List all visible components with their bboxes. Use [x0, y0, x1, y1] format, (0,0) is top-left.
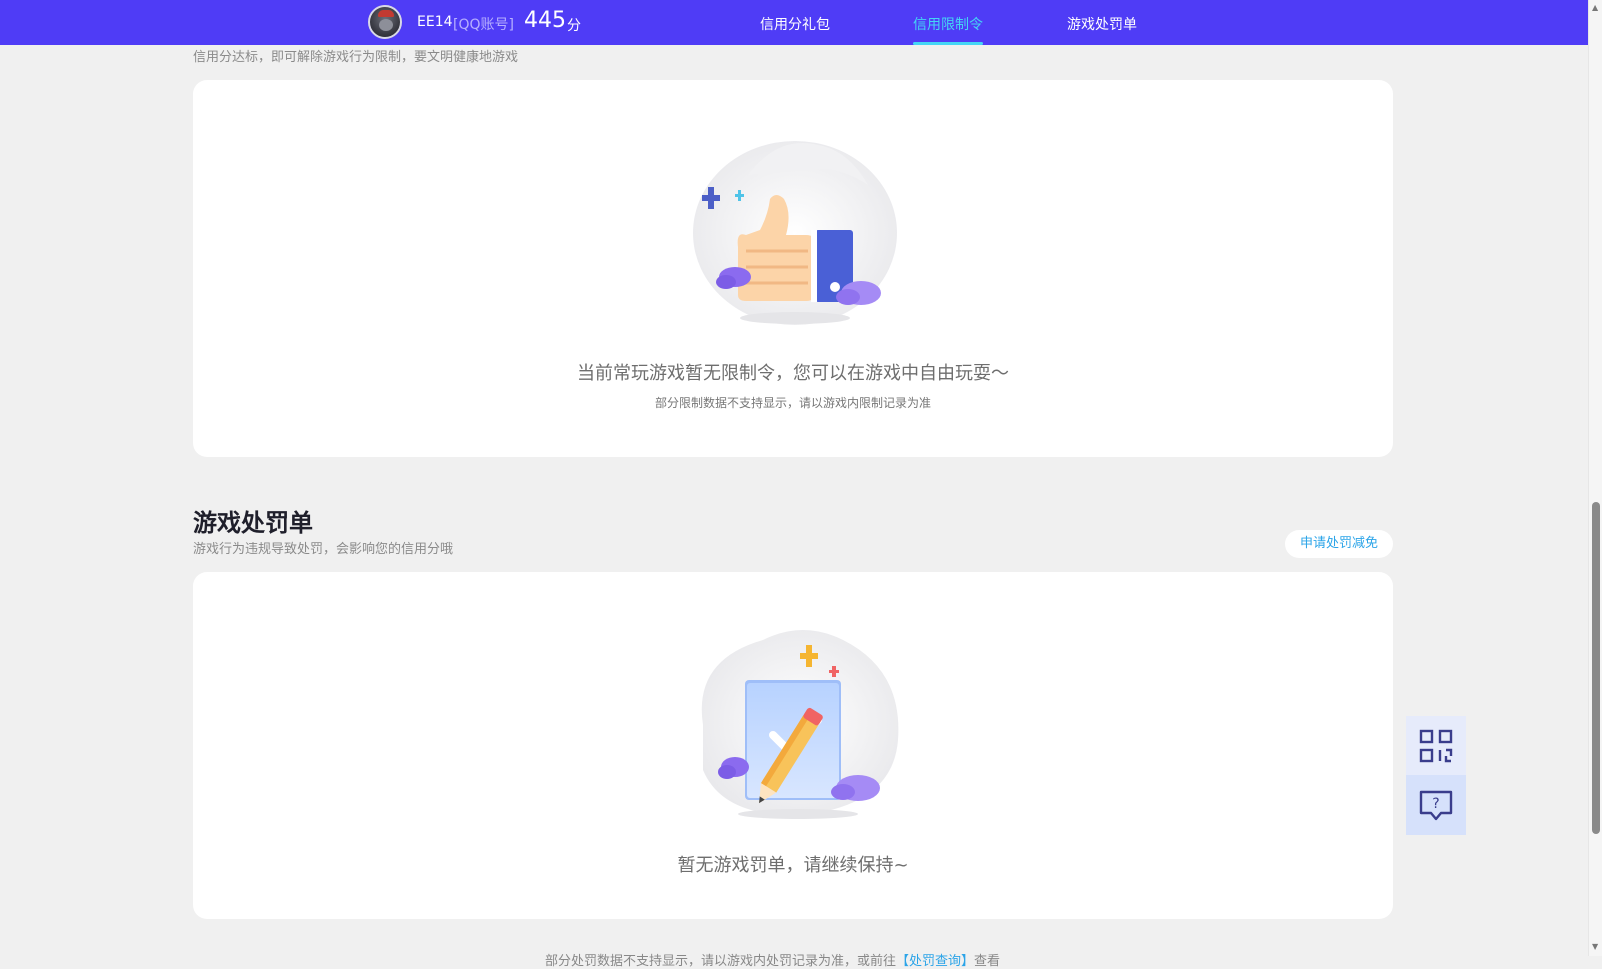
qr-code-icon	[1419, 729, 1453, 763]
penalty-query-link[interactable]: 【处罚查询】	[896, 954, 974, 969]
scrollbar-thumb[interactable]	[1592, 502, 1600, 834]
help-button[interactable]: ?	[1406, 775, 1466, 835]
avatar-cap	[378, 10, 394, 17]
tab-credit-restriction[interactable]: 信用限制令	[913, 14, 983, 34]
restriction-empty-note: 部分限制数据不支持显示，请以游戏内限制记录为准	[654, 396, 931, 410]
username: EE14	[417, 14, 453, 30]
avatar[interactable]	[368, 5, 402, 39]
footer-text-after: 查看	[974, 954, 1001, 969]
restriction-empty-message: 当前常玩游戏暂无限制令，您可以在游戏中自由玩耍～	[577, 363, 1009, 384]
account-type: [QQ账号]	[453, 17, 514, 33]
qr-code-button[interactable]	[1406, 716, 1466, 776]
help-chat-icon: ?	[1419, 790, 1453, 821]
avatar-face	[379, 19, 393, 31]
restriction-description: 信用分达标，即可解除游戏行为限制，要文明健康地游戏	[193, 50, 519, 65]
scroll-down-arrow-icon[interactable]: ▼	[1592, 942, 1598, 951]
penalty-section-title: 游戏处罚单	[193, 509, 313, 537]
footer-note: 部分处罚数据不支持显示，请以游戏内处罚记录为准，或前往【处罚查询】查看	[545, 950, 1000, 969]
penalty-card: 暂无游戏罚单，请继续保持~	[193, 572, 1393, 919]
top-nav: EE14 [QQ账号] 445 分 信用分礼包 信用限制令 游戏处罚单	[0, 0, 1588, 45]
tab-game-penalty[interactable]: 游戏处罚单	[1067, 14, 1137, 34]
credit-score: 445	[524, 8, 566, 33]
checklist-illustration	[701, 630, 899, 819]
footer-text-before: 部分处罚数据不支持显示，请以游戏内处罚记录为准，或前往	[545, 954, 897, 969]
page-scrollbar[interactable]: ▲ ▼	[1588, 0, 1602, 956]
penalty-empty-message: 暂无游戏罚单，请继续保持~	[677, 855, 909, 876]
tab-credit-gift[interactable]: 信用分礼包	[760, 14, 830, 34]
thumbs-up-illustration	[693, 141, 897, 325]
restriction-card: 当前常玩游戏暂无限制令，您可以在游戏中自由玩耍～ 部分限制数据不支持显示，请以游…	[193, 80, 1393, 457]
score-unit: 分	[567, 18, 581, 34]
svg-text:?: ?	[1432, 796, 1439, 812]
penalty-description: 游戏行为违规导致处罚，会影响您的信用分哦	[193, 542, 454, 557]
appeal-penalty-button[interactable]: 申请处罚减免	[1285, 530, 1393, 558]
scroll-up-arrow-icon[interactable]: ▲	[1592, 3, 1598, 12]
active-tab-indicator	[913, 42, 983, 45]
